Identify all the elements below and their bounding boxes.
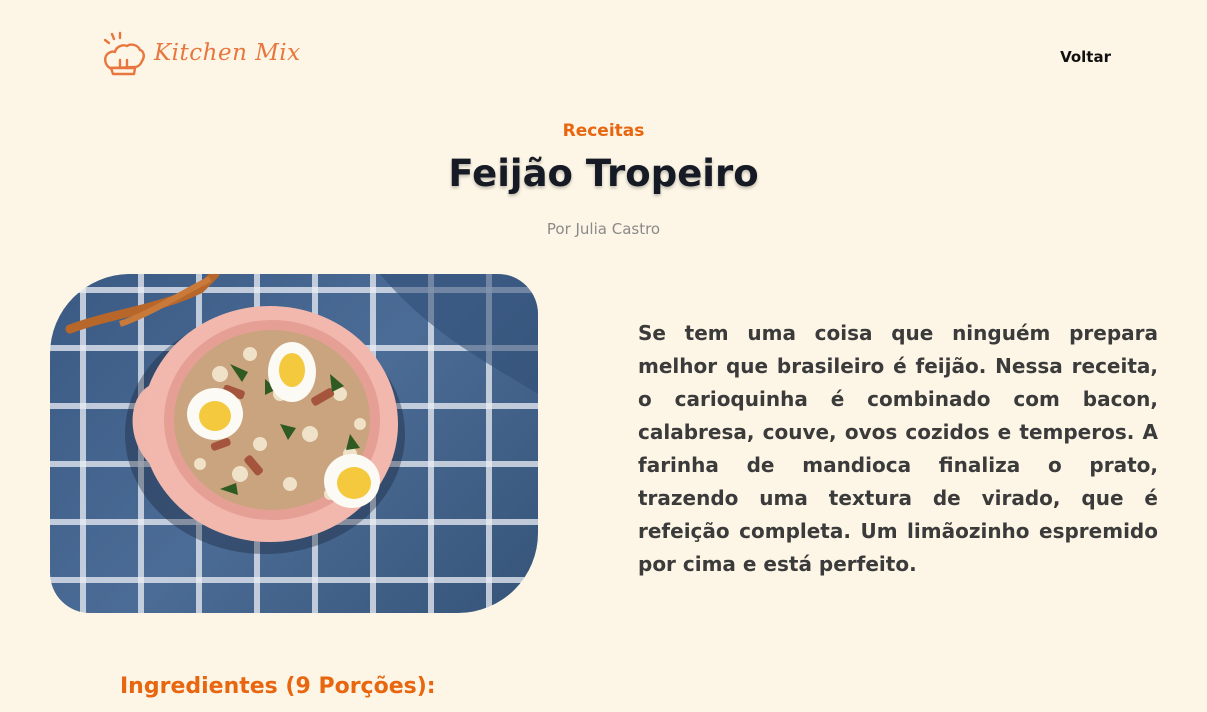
recipe-author: Por Julia Castro	[546, 220, 661, 238]
recipe-category: Receitas	[562, 121, 645, 141]
logo-link[interactable]: Kitchen Mix	[100, 30, 301, 76]
recipe-title: Feijão Tropeiro	[448, 152, 759, 195]
back-link[interactable]: Voltar	[1060, 48, 1111, 66]
chef-hat-icon	[100, 30, 146, 76]
recipe-description: Se tem uma coisa que ninguém prepara mel…	[638, 321, 1158, 576]
ingredients-heading: Ingredientes (9 Porções):	[120, 674, 436, 699]
recipe-page: Kitchen Mix Voltar Receitas Feijão Trope…	[0, 0, 1207, 712]
logo-text: Kitchen Mix	[154, 40, 301, 66]
recipe-photo	[50, 274, 538, 613]
